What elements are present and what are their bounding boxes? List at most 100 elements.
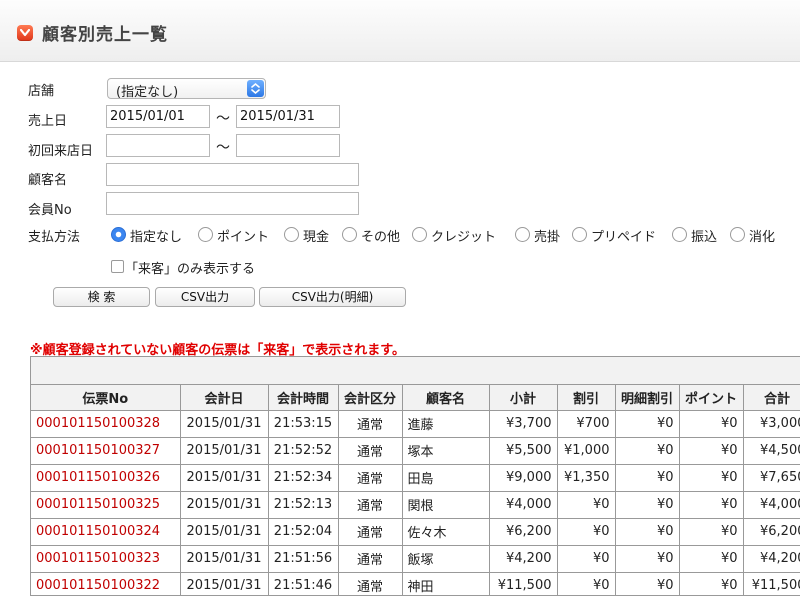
store-label: 店舗: [28, 84, 55, 99]
slip-number-link[interactable]: 000101150100328: [31, 409, 181, 438]
table-cell: 2015/01/31: [179, 490, 269, 519]
table-cell: ¥700: [556, 409, 616, 438]
column-header[interactable]: 伝票No: [31, 385, 181, 411]
table-row[interactable]: 000101150100323 2015/01/31 21:51:56 通常 飯塚 ¥4,…: [31, 544, 800, 573]
table-cell: ¥3,700: [488, 409, 558, 438]
first-visit-label: 初回来店日: [28, 144, 94, 159]
payment-option-label: 消化: [749, 230, 776, 245]
table-row[interactable]: 000101150100325 2015/01/31 21:52:13 通常 関根 ¥4,…: [31, 490, 800, 519]
table-cell: ¥0: [556, 517, 616, 546]
table-cell: 通常: [337, 409, 403, 438]
grid-toolbar: [31, 357, 800, 385]
column-header[interactable]: ポイント: [678, 385, 744, 411]
payment-option-label: 振込: [691, 230, 718, 245]
table-cell: ¥4,000: [488, 490, 558, 519]
table-cell: 飯塚: [401, 544, 490, 573]
sales-date-label: 売上日: [28, 114, 68, 129]
payment-radio-other[interactable]: [342, 227, 357, 242]
payment-option-label: 指定なし: [130, 230, 183, 245]
table-row[interactable]: 000101150100324 2015/01/31 21:52:04 通常 佐々木 ¥6…: [31, 517, 800, 546]
column-header[interactable]: 会計時間: [267, 385, 339, 411]
table-cell: ¥0: [614, 463, 680, 492]
table-cell: ¥0: [556, 544, 616, 573]
store-select[interactable]: (指定なし): [107, 78, 266, 100]
payment-radio-none[interactable]: [111, 227, 126, 242]
table-cell: ¥1,350: [556, 463, 616, 492]
payment-option-label: 売掛: [534, 230, 561, 245]
payment-radio-cash[interactable]: [284, 227, 299, 242]
payment-option-label: 現金: [303, 230, 330, 245]
table-cell: 21:52:52: [267, 436, 339, 465]
table-cell: ¥0: [678, 490, 744, 519]
column-header[interactable]: 明細割引: [614, 385, 680, 411]
customer-name-input[interactable]: [106, 163, 359, 186]
payment-radio-transfer[interactable]: [672, 227, 687, 242]
table-cell: 神田: [401, 571, 490, 595]
page-header: 顧客別売上一覧: [0, 0, 800, 62]
first-visit-from-input[interactable]: [106, 134, 210, 157]
column-header[interactable]: 割引: [556, 385, 616, 411]
table-cell: 進藤: [401, 409, 490, 438]
slip-number-link[interactable]: 000101150100327: [31, 436, 181, 465]
table-row[interactable]: 000101150100328 2015/01/31 21:53:15 通常 進藤 ¥3,…: [31, 409, 800, 438]
table-row[interactable]: 000101150100326 2015/01/31 21:52:34 通常 田島 ¥9,…: [31, 463, 800, 492]
table-cell: ¥7,650: [742, 463, 800, 492]
table-cell: 21:52:34: [267, 463, 339, 492]
payment-radio-receivable[interactable]: [515, 227, 530, 242]
payment-option-label: クレジット: [431, 230, 497, 245]
table-cell: ¥0: [678, 463, 744, 492]
slip-number-link[interactable]: 000101150100325: [31, 490, 181, 519]
table-cell: ¥11,500: [488, 571, 558, 595]
table-cell: 通常: [337, 436, 403, 465]
csv-detail-export-button[interactable]: CSV出力(明細): [259, 287, 406, 307]
table-cell: 通常: [337, 490, 403, 519]
member-no-input[interactable]: [106, 192, 359, 215]
table-cell: ¥4,200: [488, 544, 558, 573]
column-header[interactable]: 合計: [742, 385, 800, 411]
payment-radio-credit[interactable]: [412, 227, 427, 242]
payment-radio-point[interactable]: [198, 227, 213, 242]
table-cell: ¥0: [556, 490, 616, 519]
search-button[interactable]: 検 索: [53, 287, 150, 307]
chevron-down-icon[interactable]: [17, 25, 33, 41]
table-cell: ¥5,500: [488, 436, 558, 465]
table-cell: ¥0: [614, 517, 680, 546]
table-cell: ¥9,000: [488, 463, 558, 492]
select-arrows-icon: [247, 80, 264, 97]
table-cell: 関根: [401, 490, 490, 519]
table-cell: ¥0: [614, 490, 680, 519]
range-separator: 〜: [216, 140, 230, 156]
column-header[interactable]: 小計: [488, 385, 558, 411]
walkin-only-label: 「来客」のみ表示する: [125, 262, 256, 277]
walkin-only-checkbox[interactable]: [111, 260, 124, 273]
csv-export-button[interactable]: CSV出力: [155, 287, 255, 307]
sales-date-to-input[interactable]: 2015/01/31: [236, 105, 340, 128]
slip-number-link[interactable]: 000101150100324: [31, 517, 181, 546]
sales-date-from-input[interactable]: 2015/01/01: [106, 105, 210, 128]
table-cell: 21:51:56: [267, 544, 339, 573]
table-cell: ¥0: [614, 409, 680, 438]
store-select-value: (指定なし): [116, 85, 179, 100]
column-header[interactable]: 会計区分: [337, 385, 403, 411]
table-cell: 2015/01/31: [179, 409, 269, 438]
payment-radio-prepaid[interactable]: [572, 227, 587, 242]
payment-option-label: その他: [361, 230, 401, 245]
table-cell: ¥11,500: [742, 571, 800, 595]
slip-number-link[interactable]: 000101150100322: [31, 571, 181, 595]
table-cell: 通常: [337, 463, 403, 492]
table-cell: 塚本: [401, 436, 490, 465]
table-cell: 通常: [337, 571, 403, 595]
table-cell: 21:51:46: [267, 571, 339, 595]
payment-radio-consume[interactable]: [730, 227, 745, 242]
first-visit-to-input[interactable]: [236, 134, 340, 157]
table-row[interactable]: 000101150100327 2015/01/31 21:52:52 通常 塚本 ¥5,…: [31, 436, 800, 465]
column-header[interactable]: 会計日: [179, 385, 269, 411]
table-cell: ¥4,500: [742, 436, 800, 465]
table-row[interactable]: 000101150100322 2015/01/31 21:51:46 通常 神田 ¥11…: [31, 571, 800, 595]
slip-number-link[interactable]: 000101150100326: [31, 463, 181, 492]
table-cell: 2015/01/31: [179, 571, 269, 595]
column-header[interactable]: 顧客名: [401, 385, 490, 411]
slip-number-link[interactable]: 000101150100323: [31, 544, 181, 573]
table-header-row: 伝票No 会計日 会計時間 会計区分 顧客名 小計 割引 明細割引 ポイント 合…: [31, 385, 800, 411]
payment-option-label: ポイント: [217, 230, 270, 245]
